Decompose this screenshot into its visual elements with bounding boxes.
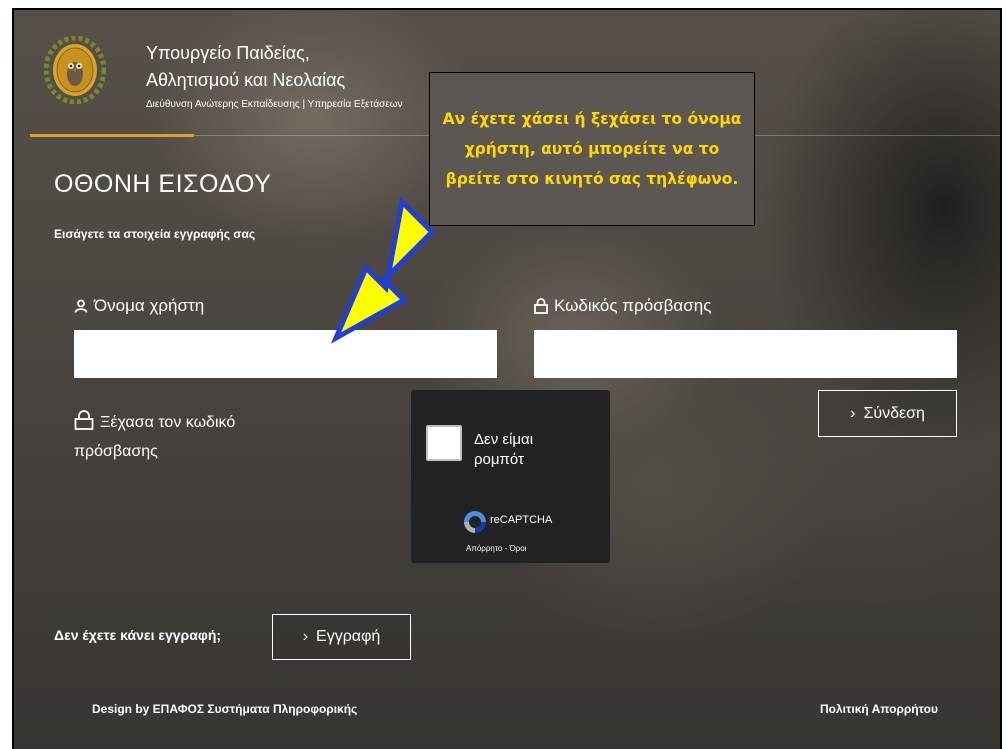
page-title: ΟΘΟΝΗ ΕΙΣΟΔΟΥ [54,170,272,198]
password-label-text: Κωδικός πρόσβασης [554,296,712,315]
login-button-label[interactable]: Σύνδεση [863,405,924,423]
browser-frame: Υπουργείο Παιδείας, Αθλητισμού και Νεολα… [12,8,1002,749]
ministry-name-line1: Υπουργείο Παιδείας, [146,43,310,63]
register-button[interactable]: › Εγγραφή [272,614,411,660]
register-prompt: Δεν έχετε κάνει εγγραφή; [54,627,222,643]
recaptcha-privacy-terms-links[interactable]: Απόρρητο - Όροι [466,544,526,553]
header-accent-line [30,134,194,137]
chevron-right-icon: › [850,404,856,422]
privacy-policy-link[interactable]: Πολιτική Απορρήτου [820,702,938,716]
username-label-text: Όνομα χρήστη [94,296,205,315]
forgot-password-text[interactable]: Ξέχασα τον κωδικό πρόσβασης [74,414,235,460]
recaptcha-label: Δεν είμαι ρομπότ [474,431,534,468]
lock-icon [534,298,548,314]
login-button[interactable]: › Σύνδεση [818,390,957,437]
annotation-callout: Αν έχετε χάσει ή ξεχάσει το όνομα χρήστη… [429,72,755,226]
chevron-right-icon: › [302,628,309,645]
recaptcha-brand: reCAPTCHA [490,514,553,526]
page-subtitle: Εισάγετε τα στοιχεία εγγραφής σας [54,227,256,241]
forgot-password-link[interactable]: Ξέχασα τον κωδικό πρόσβασης [74,408,314,466]
annotation-callout-text: Αν έχετε χάσει ή ξεχάσει το όνομα χρήστη… [442,110,742,188]
password-label: Κωδικός πρόσβασης [534,296,711,316]
ministry-name-line2: Αθλητισμού και Νεολαίας [146,70,346,90]
username-label: Όνομα χρήστη [74,296,204,316]
footer-credit: Design by ΕΠΑΦΟΣ Συστήματα Πληροφορικής [92,702,358,716]
register-button-label[interactable]: Εγγραφή [316,628,380,646]
ministry-seal-logo [44,36,106,104]
lock-open-icon [74,410,94,430]
recaptcha-widget [411,390,610,563]
password-input[interactable] [534,330,957,378]
annotation-arrow-icon [330,196,436,344]
recaptcha-checkbox[interactable] [426,425,462,461]
ministry-department: Διεύθυνση Ανώτερης Εκπαίδευσης | Υπηρεσί… [146,99,403,110]
recaptcha-logo-icon [464,511,486,533]
user-icon [74,299,88,313]
